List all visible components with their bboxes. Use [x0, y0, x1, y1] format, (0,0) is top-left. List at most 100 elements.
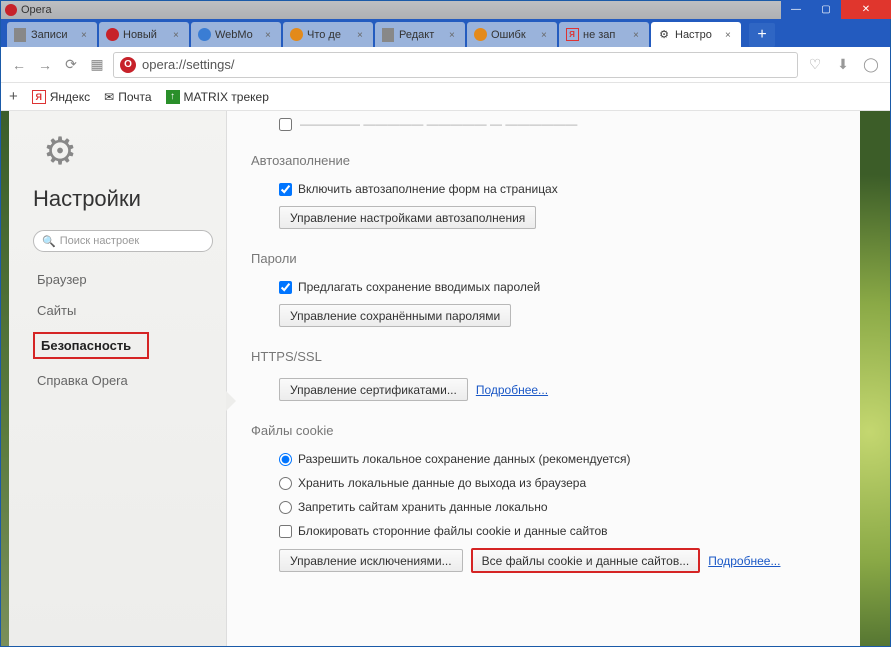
account-icon[interactable]: ◯ — [860, 54, 882, 76]
autofill-enable-checkbox[interactable]: Включить автозаполнение форм на страница… — [279, 182, 840, 196]
radio-label: Хранить локальные данные до выхода из бр… — [298, 476, 586, 490]
section-title: Файлы cookie — [251, 423, 840, 438]
sidebar-item-security[interactable]: Безопасность — [33, 332, 149, 359]
opera-brand-icon: O — [120, 57, 136, 73]
page-icon — [13, 28, 27, 42]
cert-manage-button[interactable]: Управление сертификатами... — [279, 378, 468, 401]
new-tab-button[interactable]: + — [749, 23, 775, 47]
cookies-block3rd-checkbox[interactable]: Блокировать сторонние файлы cookie и дан… — [279, 524, 840, 538]
tab-item[interactable]: WebMo× — [191, 22, 281, 47]
tab-label: Что де — [307, 29, 354, 41]
cookies-block-radio[interactable]: Запретить сайтам хранить данные локально — [279, 500, 840, 514]
tab-item[interactable]: Ошибк× — [467, 22, 557, 47]
close-icon[interactable]: × — [633, 30, 643, 40]
yandex-icon: Я — [32, 90, 46, 104]
section-title: Автозаполнение — [251, 153, 840, 168]
tab-item[interactable]: Записи× — [7, 22, 97, 47]
close-icon[interactable]: × — [449, 30, 459, 40]
opera-logo-icon — [5, 4, 17, 16]
close-icon[interactable]: × — [357, 30, 367, 40]
section-cookies: Файлы cookie Разрешить локальное сохране… — [251, 423, 840, 573]
cookies-all-data-button[interactable]: Все файлы cookie и данные сайтов... — [471, 548, 701, 573]
speed-dial-button[interactable]: ▦ — [87, 55, 107, 75]
settings-main[interactable]: ————— ————— ————— — —————— Автозаполнени… — [227, 111, 860, 646]
cookies-more-link[interactable]: Подробнее... — [708, 554, 780, 568]
bookmark-yandex[interactable]: ЯЯндекс — [32, 90, 90, 104]
section-title: Пароли — [251, 251, 840, 266]
add-bookmark-button[interactable]: + — [9, 88, 18, 105]
cutoff-label: ————— ————— ————— — —————— — [300, 117, 577, 131]
bookmarks-bar: + ЯЯндекс ✉ Почта ↑ MATRIX трекер — [1, 83, 890, 111]
back-button[interactable]: ← — [9, 55, 29, 75]
settings-search-input[interactable]: 🔍 Поиск настроек — [33, 230, 213, 252]
tab-item[interactable]: Новый× — [99, 22, 189, 47]
section-autofill: Автозаполнение Включить автозаполнение ф… — [251, 153, 840, 229]
matrix-icon: ↑ — [166, 90, 180, 104]
cookies-session-radio[interactable]: Хранить локальные данные до выхода из бр… — [279, 476, 840, 490]
sidebar-item-sites[interactable]: Сайты — [33, 301, 216, 320]
bookmark-mail[interactable]: ✉ Почта — [104, 90, 151, 104]
https-more-link[interactable]: Подробнее... — [476, 383, 548, 397]
close-icon[interactable]: × — [173, 30, 183, 40]
close-icon[interactable]: × — [81, 30, 91, 40]
sun-icon — [289, 28, 303, 42]
close-icon[interactable]: × — [725, 30, 735, 40]
opera-icon — [105, 28, 119, 42]
passwords-manage-button[interactable]: Управление сохранёнными паролями — [279, 304, 511, 327]
bookmark-heart-icon[interactable]: ♡ — [804, 54, 826, 76]
cutoff-checkbox[interactable] — [279, 118, 292, 131]
tab-label: WebMo — [215, 29, 262, 41]
bookmark-matrix[interactable]: ↑ MATRIX трекер — [166, 90, 269, 104]
close-button[interactable]: ✕ — [841, 0, 891, 19]
tab-label: Записи — [31, 29, 78, 41]
settings-sidebar: ⚙ Настройки 🔍 Поиск настроек Браузер Сай… — [9, 111, 227, 646]
sidebar-item-browser[interactable]: Браузер — [33, 270, 216, 289]
address-bar: ← → ⟳ ▦ O opera://settings/ ♡ ⬇ ◯ — [1, 47, 890, 83]
tab-label: Новый — [123, 29, 170, 41]
right-frame-edge — [860, 111, 890, 646]
url-box[interactable]: O opera://settings/ — [113, 52, 798, 78]
tab-strip: Записи× Новый× WebMo× Что де× Редакт× Ош… — [1, 19, 890, 47]
bookmark-label: Почта — [118, 90, 151, 104]
bookmark-label: MATRIX трекер — [184, 90, 269, 104]
gear-icon: ⚙ — [43, 129, 216, 174]
autofill-manage-button[interactable]: Управление настройками автозаполнения — [279, 206, 536, 229]
sidebar-item-help[interactable]: Справка Opera — [33, 371, 216, 390]
passwords-offer-checkbox[interactable]: Предлагать сохранение вводимых паролей — [279, 280, 840, 294]
sun-icon — [473, 28, 487, 42]
checkbox-label: Предлагать сохранение вводимых паролей — [298, 280, 540, 294]
radio-label: Разрешить локальное сохранение данных (р… — [298, 452, 630, 466]
close-icon[interactable]: × — [265, 30, 275, 40]
sidebar-notch — [226, 391, 236, 411]
tab-label: Ошибк — [491, 29, 538, 41]
section-title: HTTPS/SSL — [251, 349, 840, 364]
search-placeholder: Поиск настроек — [60, 235, 139, 247]
window-title: Opera — [21, 4, 52, 16]
cookies-allow-radio[interactable]: Разрешить локальное сохранение данных (р… — [279, 452, 840, 466]
mail-icon: ✉ — [104, 90, 114, 104]
url-text: opera://settings/ — [142, 57, 235, 72]
tab-item-active[interactable]: ⚙ Настро× — [651, 22, 741, 47]
downloads-icon[interactable]: ⬇ — [832, 54, 854, 76]
tab-item[interactable]: Что де× — [283, 22, 373, 47]
tab-label: не зап — [583, 29, 630, 41]
titlebar[interactable]: Opera — ▢ ✕ — [1, 1, 890, 19]
close-icon[interactable]: × — [541, 30, 551, 40]
globe-icon — [197, 28, 211, 42]
tab-label: Настро — [675, 29, 722, 41]
cookies-exceptions-button[interactable]: Управление исключениями... — [279, 549, 463, 572]
section-passwords: Пароли Предлагать сохранение вводимых па… — [251, 251, 840, 327]
section-https: HTTPS/SSL Управление сертификатами... По… — [251, 349, 840, 401]
minimize-button[interactable]: — — [781, 0, 811, 19]
maximize-button[interactable]: ▢ — [811, 0, 841, 19]
checkbox-label: Блокировать сторонние файлы cookie и дан… — [298, 524, 608, 538]
forward-button[interactable]: → — [35, 55, 55, 75]
checkbox-label: Включить автозаполнение форм на страница… — [298, 182, 558, 196]
gear-icon: ⚙ — [657, 28, 671, 42]
reload-button[interactable]: ⟳ — [61, 55, 81, 75]
left-frame-edge — [1, 111, 9, 646]
cutoff-row: ————— ————— ————— — —————— — [251, 117, 840, 131]
tab-item[interactable]: Яне зап× — [559, 22, 649, 47]
tab-item[interactable]: Редакт× — [375, 22, 465, 47]
radio-label: Запретить сайтам хранить данные локально — [298, 500, 548, 514]
